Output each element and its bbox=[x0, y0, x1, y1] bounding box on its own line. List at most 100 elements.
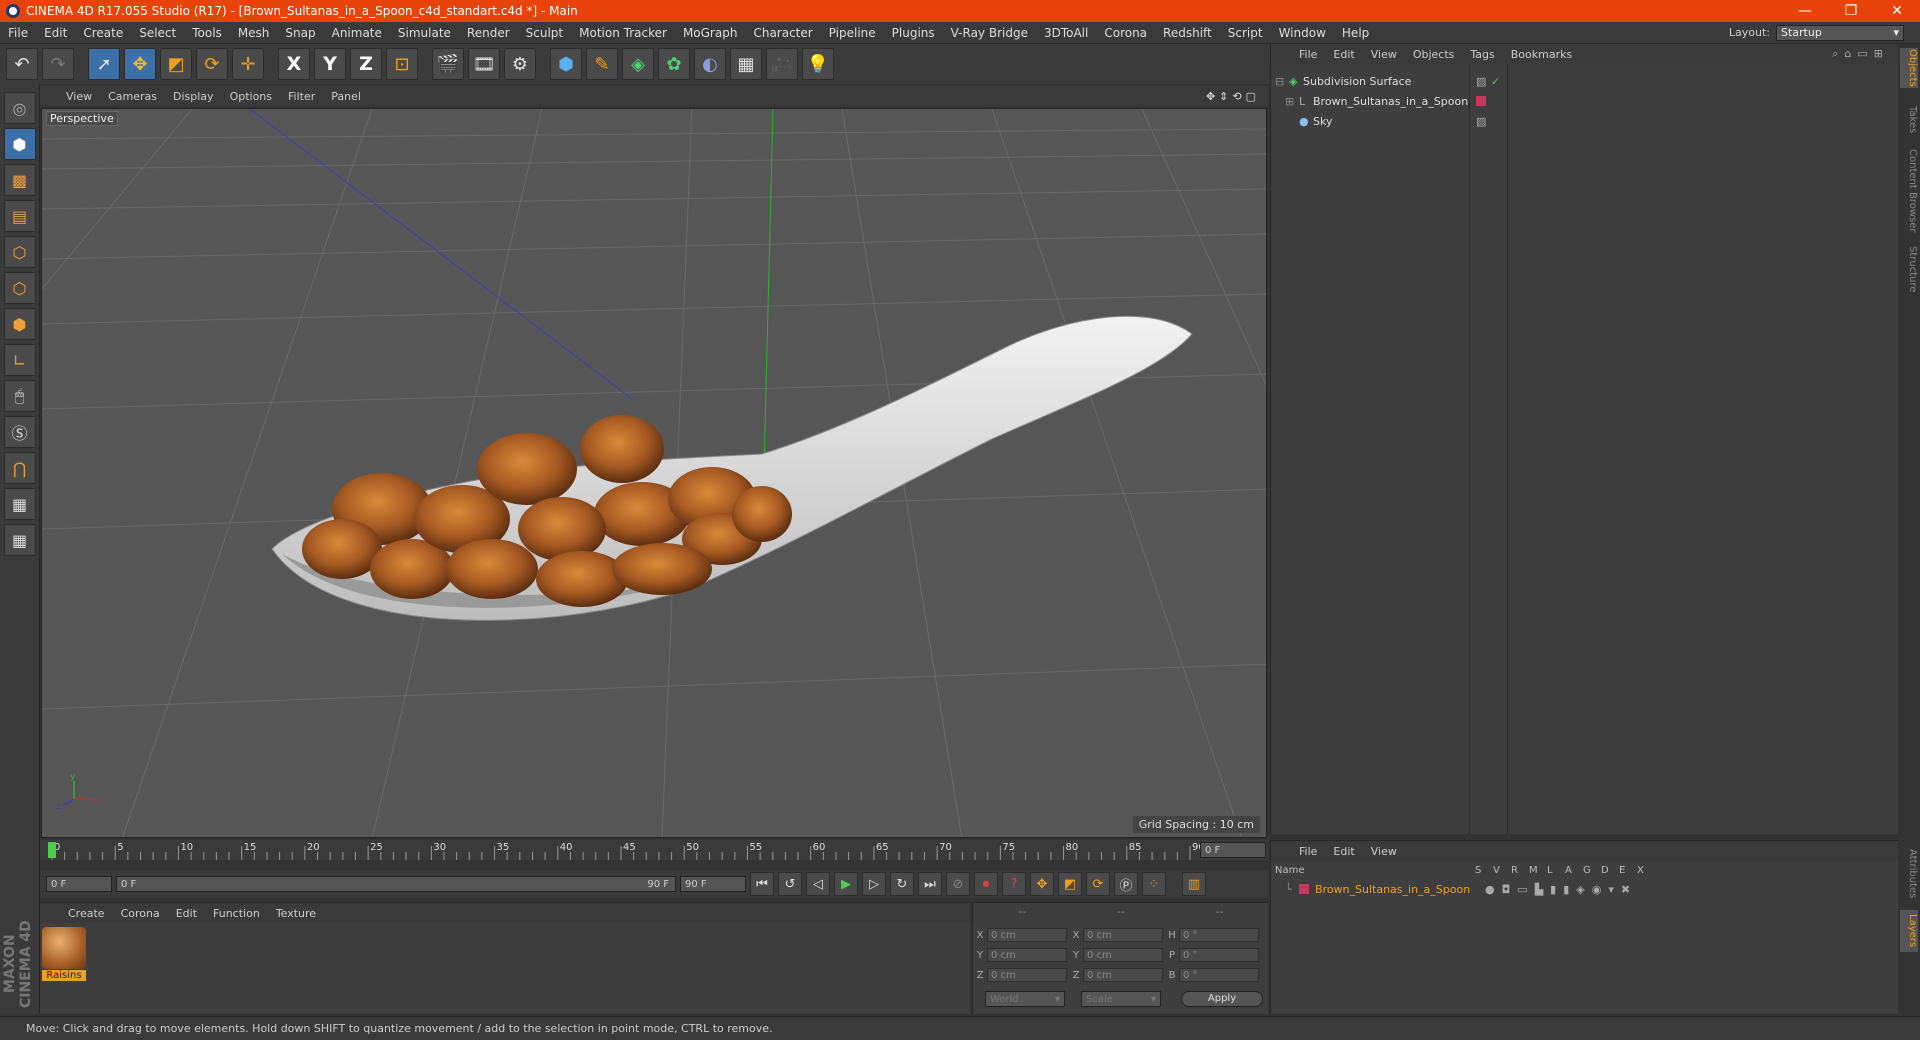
cloner-icon[interactable]: ✿ bbox=[658, 48, 690, 80]
menu-sculpt[interactable]: Sculpt bbox=[518, 26, 571, 40]
menu-window[interactable]: Window bbox=[1271, 26, 1334, 40]
start-frame-field[interactable]: 0 F bbox=[46, 876, 112, 892]
minimize-button[interactable]: — bbox=[1782, 3, 1828, 19]
restore-button[interactable]: ❐ bbox=[1828, 3, 1874, 19]
layer-menu-file[interactable]: File bbox=[1291, 845, 1325, 858]
layer-color-swatch[interactable] bbox=[1299, 884, 1309, 894]
motion-record-icon[interactable]: ⊘ bbox=[946, 872, 970, 896]
tab-objects[interactable]: Objects bbox=[1900, 48, 1918, 88]
world-dropdown[interactable]: World ▾ bbox=[985, 991, 1065, 1007]
grid-snap-icon[interactable]: ▦ bbox=[3, 524, 36, 556]
grid-lock-icon[interactable]: ▦ bbox=[3, 488, 36, 520]
layer-menu-view[interactable]: View bbox=[1363, 845, 1405, 858]
snap-magnet-icon[interactable]: ⋂ bbox=[3, 452, 36, 484]
menu-animate[interactable]: Animate bbox=[324, 26, 390, 40]
visibility-icon[interactable]: ▨ bbox=[1476, 75, 1486, 88]
workplane-icon[interactable]: ▤ bbox=[3, 200, 36, 232]
tab-attributes[interactable]: Attributes bbox=[1900, 844, 1918, 904]
tab-takes[interactable]: Takes bbox=[1900, 100, 1918, 140]
size-y-field[interactable]: 0 cm bbox=[1083, 948, 1163, 962]
position-y-field[interactable]: 0 cm bbox=[987, 948, 1067, 962]
object-menu-tags[interactable]: Tags bbox=[1462, 48, 1502, 61]
menu-plugins[interactable]: Plugins bbox=[884, 26, 943, 40]
object-menu-bookmarks[interactable]: Bookmarks bbox=[1503, 48, 1580, 61]
current-frame-field[interactable]: 0 F bbox=[1200, 842, 1266, 858]
menu-snap[interactable]: Snap bbox=[277, 26, 323, 40]
material-menu-edit[interactable]: Edit bbox=[168, 907, 205, 920]
layer-row[interactable]: └ Brown_Sultanas_in_a_Spoon ●◘▭▙▮▮◈◉▾✖ bbox=[1275, 881, 1895, 897]
camera-icon[interactable]: 🎥 bbox=[766, 48, 798, 80]
close-button[interactable]: ✕ bbox=[1874, 3, 1920, 19]
menu-tools[interactable]: Tools bbox=[184, 26, 230, 40]
menu-character[interactable]: Character bbox=[745, 26, 820, 40]
solo-icon[interactable]: Ⓢ bbox=[3, 416, 36, 448]
menu-script[interactable]: Script bbox=[1220, 26, 1271, 40]
viewport-menu-filter[interactable]: Filter bbox=[280, 90, 323, 103]
key-position-icon[interactable]: ✥ bbox=[1030, 872, 1054, 896]
axis-mode-icon[interactable]: ∟ bbox=[3, 344, 36, 376]
x-axis-lock-button[interactable]: X bbox=[278, 48, 310, 80]
deformer-icon[interactable]: ◐ bbox=[694, 48, 726, 80]
polygons-mode-icon[interactable]: ⬢ bbox=[3, 308, 36, 340]
material-menu-corona[interactable]: Corona bbox=[113, 907, 168, 920]
viewport-menu-cameras[interactable]: Cameras bbox=[100, 90, 165, 103]
z-axis-lock-button[interactable]: Z bbox=[350, 48, 382, 80]
key-rotation-icon[interactable]: ⟳ bbox=[1086, 872, 1110, 896]
texture-mode-icon[interactable]: ▩ bbox=[3, 164, 36, 196]
rotation-h-field[interactable]: 0 ° bbox=[1179, 928, 1259, 942]
render-view-icon[interactable]: 🎬 bbox=[432, 48, 464, 80]
rotate-icon[interactable]: ⟳ bbox=[196, 48, 228, 80]
viewport-menu-options[interactable]: Options bbox=[222, 90, 280, 103]
points-mode-icon[interactable]: ⬡ bbox=[3, 236, 36, 268]
tab-layers[interactable]: Layers bbox=[1900, 910, 1918, 952]
size-z-field[interactable]: 0 cm bbox=[1083, 968, 1163, 982]
coordinate-system-icon[interactable]: ⊡ bbox=[386, 48, 418, 80]
floor-icon[interactable]: ▦ bbox=[730, 48, 762, 80]
scale-icon[interactable]: ◩ bbox=[160, 48, 192, 80]
tab-structure[interactable]: Structure bbox=[1900, 242, 1918, 296]
autokey-icon[interactable]: ? bbox=[1002, 872, 1026, 896]
goto-start-icon[interactable]: ⏮ bbox=[750, 872, 774, 896]
menu-render[interactable]: Render bbox=[459, 26, 518, 40]
menu-select[interactable]: Select bbox=[131, 26, 184, 40]
edges-mode-icon[interactable]: ⬡ bbox=[3, 272, 36, 304]
menu-3dtoall[interactable]: 3DToAll bbox=[1036, 26, 1096, 40]
material-menu-function[interactable]: Function bbox=[205, 907, 268, 920]
prev-key-icon[interactable]: ↺ bbox=[778, 872, 802, 896]
tab-content-browser[interactable]: Content Browser bbox=[1900, 148, 1918, 234]
object-menu-edit[interactable]: Edit bbox=[1325, 48, 1362, 61]
apply-button[interactable]: Apply bbox=[1181, 991, 1263, 1007]
pen-spline-icon[interactable]: ✎ bbox=[586, 48, 618, 80]
key-pla-icon[interactable]: ⁘ bbox=[1142, 872, 1166, 896]
visibility-icon[interactable]: ▨ bbox=[1476, 115, 1486, 128]
material-menu-texture[interactable]: Texture bbox=[268, 907, 324, 920]
transform-icon[interactable]: ✛ bbox=[232, 48, 264, 80]
layout-dropdown[interactable]: Startup ▾ bbox=[1776, 24, 1904, 41]
menu-pipeline[interactable]: Pipeline bbox=[821, 26, 884, 40]
timeline-ruler[interactable]: 0 5 10 15 20 25 30 35 40 45 50 55 60 65 70 75 80 85 90 0 F bbox=[40, 840, 1268, 860]
cube-icon[interactable]: ⬢ bbox=[550, 48, 582, 80]
goto-end-icon[interactable]: ⏭ bbox=[918, 872, 942, 896]
undo-icon[interactable]: ↶ bbox=[6, 48, 38, 80]
next-frame-icon[interactable]: ▷ bbox=[862, 872, 886, 896]
layer-toggle-icons[interactable]: ●◘▭▙▮▮◈◉▾✖ bbox=[1485, 883, 1637, 896]
menu-mograph[interactable]: MoGraph bbox=[675, 26, 746, 40]
frame-range-slider[interactable]: 0 F 90 F bbox=[116, 876, 676, 892]
key-parameter-icon[interactable]: Ⓟ bbox=[1114, 872, 1138, 896]
redo-icon[interactable]: ↷ bbox=[42, 48, 74, 80]
scale-dropdown[interactable]: Scale ▾ bbox=[1081, 991, 1161, 1007]
record-keys-icon[interactable]: ⏺ bbox=[974, 872, 998, 896]
menu-edit[interactable]: Edit bbox=[36, 26, 75, 40]
key-scale-icon[interactable]: ◩ bbox=[1058, 872, 1082, 896]
viewport-menu-panel[interactable]: Panel bbox=[323, 90, 369, 103]
live-selection-icon[interactable]: ➚ bbox=[88, 48, 120, 80]
model-mode-icon[interactable]: ⬢ bbox=[3, 128, 36, 160]
render-settings-icon[interactable]: ⚙ bbox=[504, 48, 536, 80]
object-row-brown-sultanas[interactable]: ⊞ L Brown_Sultanas_in_a_Spoon bbox=[1271, 92, 1899, 110]
material-menu-create[interactable]: Create bbox=[60, 907, 113, 920]
subdivision-icon[interactable]: ◈ bbox=[622, 48, 654, 80]
object-row-sky[interactable]: ● Sky ▨ bbox=[1271, 112, 1899, 130]
search-icon[interactable]: ⌕⌂▭⊞ bbox=[1832, 47, 1899, 61]
menu-mesh[interactable]: Mesh bbox=[230, 26, 278, 40]
play-icon[interactable]: ▶ bbox=[834, 872, 858, 896]
